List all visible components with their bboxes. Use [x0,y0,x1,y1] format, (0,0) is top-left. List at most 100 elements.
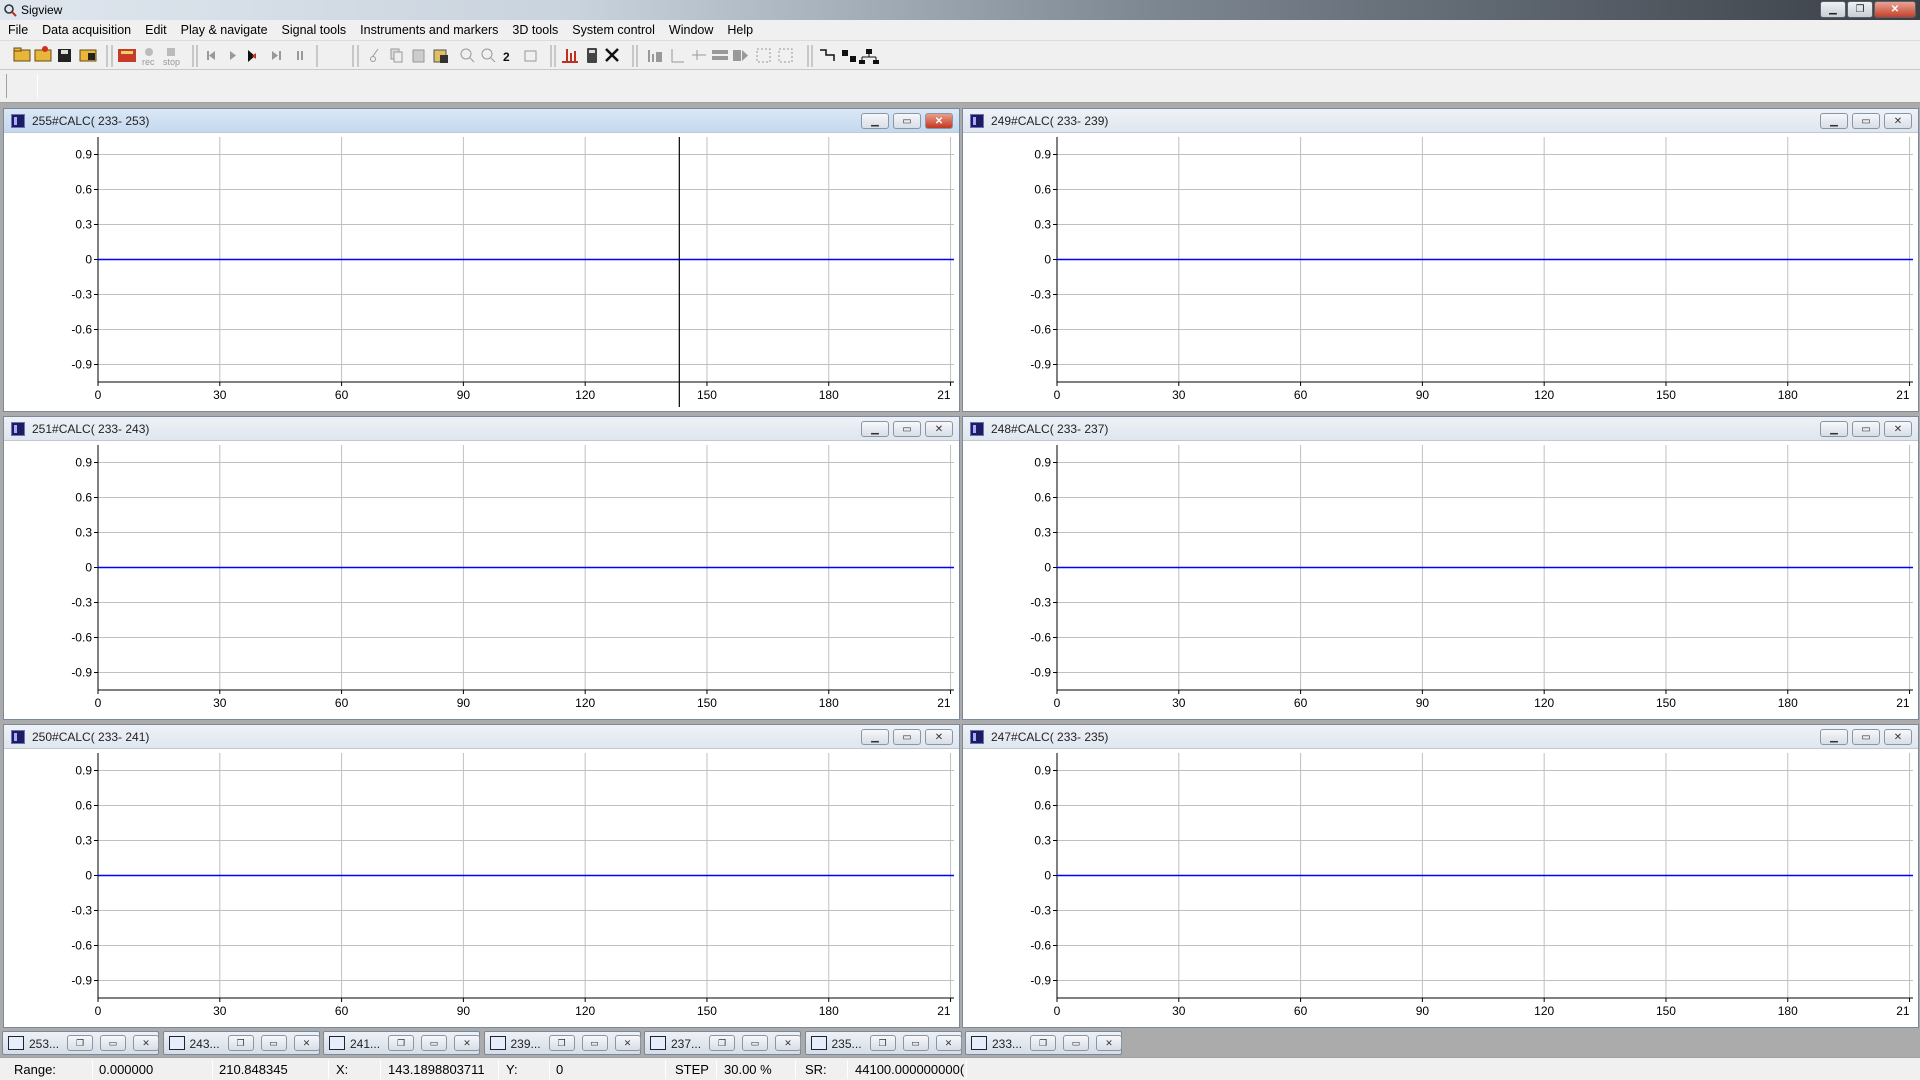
tab-restore-button[interactable]: ❐ [227,1035,254,1051]
plot-maximize-button[interactable]: ▭ [893,421,921,437]
x-tick-label: 180 [819,388,839,402]
hierarchy-icon[interactable] [859,49,879,64]
plot-close-button[interactable]: ✕ [925,113,953,129]
menu-play-navigate[interactable]: Play & navigate [181,23,268,37]
plot-close-button[interactable]: ✕ [925,729,953,745]
tab-close-button[interactable]: ✕ [614,1035,641,1051]
toolbar-grip[interactable] [6,74,38,98]
save-as-icon[interactable] [79,49,97,62]
plot-minimize-button[interactable]: ▁ [1820,113,1848,129]
minimized-window-tab[interactable]: 239... ❐ ▭ ✕ [483,1031,641,1055]
tab-maximize-button[interactable]: ▭ [742,1035,768,1051]
tab-close-button[interactable]: ✕ [1096,1035,1122,1051]
tab-close-button[interactable]: ✕ [133,1035,159,1051]
plot-minimize-button[interactable]: ▁ [861,421,889,437]
minimize-button[interactable]: ▁ [1820,1,1846,18]
open-recent-icon[interactable] [34,46,52,62]
tab-maximize-button[interactable]: ▭ [421,1035,447,1051]
signal-plot[interactable]: 0.9 0.6 0.3 0 -0.3 -0.6 -0.9 0 30 60 90 120 150 180 21 [963,442,1918,718]
plot-window[interactable]: 249#CALC( 233- 239) ▁ ▭ ✕ 0.9 0.6 0.3 0 -0.3 -0.6… [962,108,1919,412]
plot-close-button[interactable]: ✕ [1884,421,1912,437]
tab-close-button[interactable]: ✕ [454,1035,480,1051]
plot-window-titlebar[interactable]: 250#CALC( 233- 241) ▁ ▭ ✕ [4,725,959,749]
menu-edit[interactable]: Edit [145,23,167,37]
menu-system-control[interactable]: System control [572,23,655,37]
tab-maximize-button[interactable]: ▭ [100,1035,126,1051]
tab-restore-button[interactable]: ❐ [388,1035,414,1051]
plot-window-titlebar[interactable]: 249#CALC( 233- 239) ▁ ▭ ✕ [963,109,1918,133]
x-tick-label: 0 [95,696,102,710]
tab-maximize-button[interactable]: ▭ [1063,1035,1089,1051]
save-icon[interactable] [58,49,71,62]
minimized-window-tab[interactable]: 233... ❐ ▭ ✕ [965,1031,1122,1055]
plot-window[interactable]: 248#CALC( 233- 237) ▁ ▭ ✕ 0.9 0.6 0.3 0 -0.3 -0.6… [962,416,1919,720]
zoom-out-icon [481,48,496,63]
minimize-icon: ▁ [1830,731,1838,743]
minimized-window-tab[interactable]: 237... ❐ ▭ ✕ [644,1031,801,1055]
plot-maximize-button[interactable]: ▭ [1852,421,1880,437]
minimized-window-tab[interactable]: 235... ❐ ▭ ✕ [804,1031,962,1055]
y-tick-label: -0.6 [71,323,92,337]
signal-plot[interactable]: 0.9 0.6 0.3 0 -0.3 -0.6 -0.9 0 30 60 90 120 150 180 21 [4,134,959,410]
paste-special-icon[interactable] [433,49,448,63]
menu-data-acquisition[interactable]: Data acquisition [42,23,131,37]
plot-window-titlebar[interactable]: 255#CALC( 233- 253) ▁ ▭ ✕ [4,109,959,133]
tab-close-button[interactable]: ✕ [775,1035,801,1051]
calculator-icon[interactable] [587,48,597,63]
tab-restore-button[interactable]: ❐ [1030,1035,1056,1051]
minimized-window-tab[interactable]: 243... ❐ ▭ ✕ [162,1031,320,1055]
zoom-factor-icon[interactable]: 2 [503,50,510,64]
plot-close-button[interactable]: ✕ [1884,729,1912,745]
tab-close-button[interactable]: ✕ [293,1035,320,1051]
plot-window[interactable]: 247#CALC( 233- 235) ▁ ▭ ✕ 0.9 0.6 0.3 0 -0.3 -0.6… [962,724,1919,1028]
plot-window-titlebar[interactable]: 247#CALC( 233- 235) ▁ ▭ ✕ [963,725,1918,749]
plot-close-button[interactable]: ✕ [1884,113,1912,129]
signal-plot[interactable]: 0.9 0.6 0.3 0 -0.3 -0.6 -0.9 0 30 60 90 120 150 180 21 [4,750,959,1026]
menu-instruments-markers[interactable]: Instruments and markers [360,23,498,37]
tab-restore-button[interactable]: ❐ [548,1035,575,1051]
plot-minimize-button[interactable]: ▁ [1820,729,1848,745]
tab-maximize-button[interactable]: ▭ [581,1035,608,1051]
plot-minimize-button[interactable]: ▁ [861,729,889,745]
plot-maximize-button[interactable]: ▭ [893,113,921,129]
menu-help[interactable]: Help [727,23,753,37]
tile-icon[interactable] [842,50,856,62]
plot-close-button[interactable]: ✕ [925,421,953,437]
plot-window[interactable]: 255#CALC( 233- 253) ▁ ▭ ✕ 0.9 0.6 0.3 0 -0.3 -0.6… [3,108,960,412]
tab-close-button[interactable]: ✕ [935,1035,962,1051]
plot-window[interactable]: 251#CALC( 233- 243) ▁ ▭ ✕ 0.9 0.6 0.3 0 -0.3 -0.6… [3,416,960,720]
expand-icon [778,48,793,63]
tab-maximize-button[interactable]: ▭ [902,1035,929,1051]
plot-window-titlebar[interactable]: 248#CALC( 233- 237) ▁ ▭ ✕ [963,417,1918,441]
tab-restore-button[interactable]: ❐ [869,1035,896,1051]
menu-signal-tools[interactable]: Signal tools [282,23,347,37]
close-button[interactable]: ✕ [1874,1,1916,18]
signal-plot[interactable]: 0.9 0.6 0.3 0 -0.3 -0.6 -0.9 0 30 60 90 120 150 180 21 [963,134,1918,410]
minimized-window-tab[interactable]: 241... ❐ ▭ ✕ [323,1031,480,1055]
signal-plot[interactable]: 0.9 0.6 0.3 0 -0.3 -0.6 -0.9 0 30 60 90 120 150 180 21 [4,442,959,718]
fft-icon[interactable] [562,49,578,63]
plot-maximize-button[interactable]: ▭ [1852,729,1880,745]
step-back-icon[interactable] [248,50,256,62]
spectrogram-icon[interactable] [118,49,136,62]
tab-restore-button[interactable]: ❐ [709,1035,735,1051]
plot-maximize-button[interactable]: ▭ [893,729,921,745]
tab-maximize-button[interactable]: ▭ [260,1035,287,1051]
menu-file[interactable]: File [8,23,28,37]
plot-minimize-button[interactable]: ▁ [1820,421,1848,437]
open-folder-icon[interactable] [13,47,31,62]
plot-window-titlebar[interactable]: 251#CALC( 233- 243) ▁ ▭ ✕ [4,417,959,441]
tools-icon[interactable] [605,48,619,62]
x-tick-label: 180 [1778,1004,1798,1018]
signal-plot[interactable]: 0.9 0.6 0.3 0 -0.3 -0.6 -0.9 0 30 60 90 120 150 180 21 [963,750,1918,1026]
plot-maximize-button[interactable]: ▭ [1852,113,1880,129]
plot-window[interactable]: 250#CALC( 233- 241) ▁ ▭ ✕ 0.9 0.6 0.3 0 -0.3 -0.6… [3,724,960,1028]
minimized-window-tab[interactable]: 253... ❐ ▭ ✕ [2,1031,159,1055]
plot-minimize-button[interactable]: ▁ [861,113,889,129]
mdi-workspace: 255#CALC( 233- 253) ▁ ▭ ✕ 0.9 0.6 0.3 0 -0.3 -0.6… [0,104,1920,1029]
menu-3d-tools[interactable]: 3D tools [512,23,558,37]
restore-button[interactable]: ❐ [1847,1,1873,18]
cascade-icon[interactable] [820,49,835,61]
tab-restore-button[interactable]: ❐ [67,1035,93,1051]
menu-window[interactable]: Window [669,23,713,37]
